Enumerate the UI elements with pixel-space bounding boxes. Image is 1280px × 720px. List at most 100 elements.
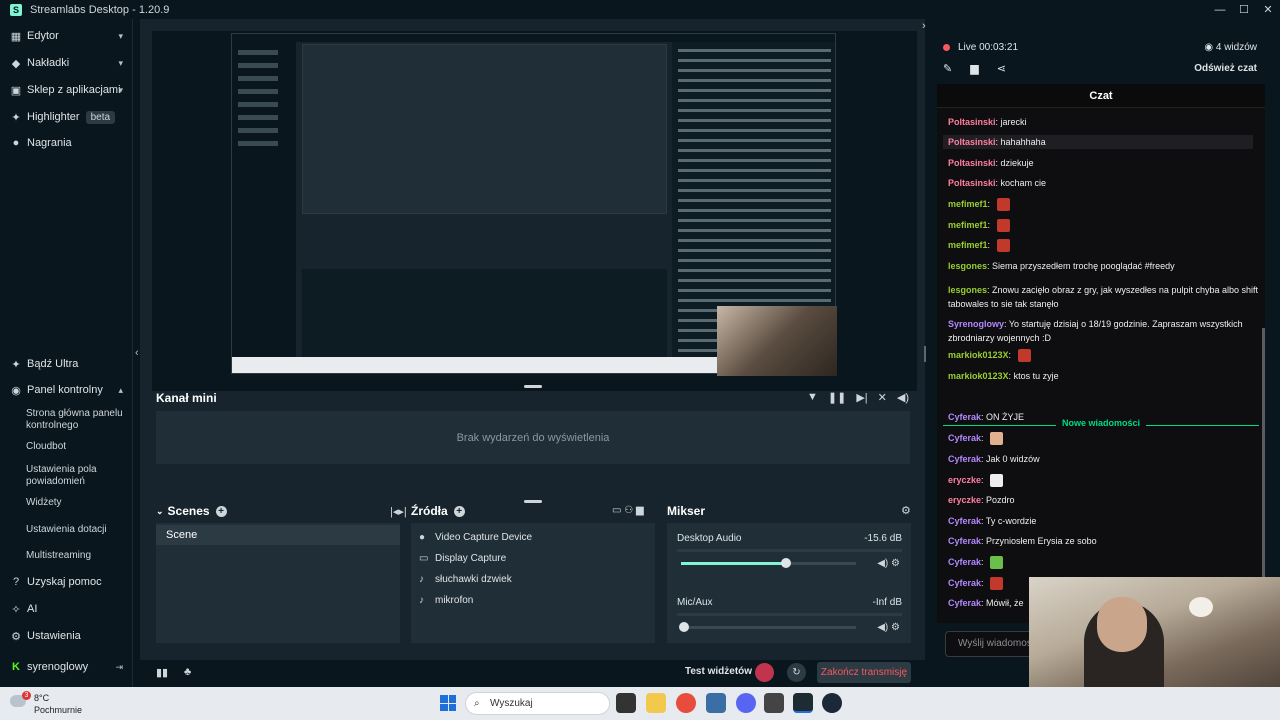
chevron-down-icon[interactable]: ▾	[118, 31, 123, 42]
windows-start-icon[interactable]	[440, 695, 456, 711]
chat-username[interactable]: Cyferak	[948, 516, 981, 526]
chat-username[interactable]: mefimef1	[948, 220, 988, 230]
chat-username[interactable]: markiok0123X	[948, 371, 1009, 381]
sidebar-subitem-alertbox-settings[interactable]: Ustawienia pola powiadomień	[26, 464, 130, 488]
chat-separator: :	[981, 433, 987, 443]
end-stream-button[interactable]: Zakończ transmisję	[817, 662, 911, 683]
gear-icon[interactable]: ⚙	[891, 558, 900, 569]
slider-handle[interactable]	[679, 622, 689, 632]
stream-preview[interactable]	[152, 31, 917, 391]
file-explorer-icon[interactable]	[646, 693, 666, 713]
source-item[interactable]: ♪ mikrofon	[411, 590, 655, 611]
edit-icon[interactable]: ✎	[943, 62, 952, 75]
streamlabs-taskbar-icon[interactable]	[793, 693, 813, 713]
chevron-right-icon[interactable]: ›	[922, 20, 926, 32]
chat-username[interactable]: Poltasinski	[948, 158, 996, 168]
chat-username[interactable]: Cyferak	[948, 578, 981, 588]
sidebar-item-settings[interactable]: ⚙ Ustawienia	[0, 625, 133, 647]
chrome-icon[interactable]	[676, 693, 696, 713]
chat-scrollbar[interactable]	[1262, 328, 1265, 618]
gear-icon[interactable]: ⚙	[891, 622, 900, 633]
sidebar-subitem-dashboard-home[interactable]: Strona główna panelu kontrolnego	[26, 408, 130, 432]
add-source-button[interactable]: +	[453, 505, 465, 517]
chat-username[interactable]: mefimef1	[948, 199, 988, 209]
source-item[interactable]: ● Video Capture Device	[411, 527, 655, 548]
sidebar-user[interactable]: K syrenoglowy ⇥	[0, 656, 133, 678]
chat-username[interactable]: eryczke	[948, 475, 981, 485]
folder-icon[interactable]: ▆	[970, 62, 978, 75]
close-button[interactable]: ✕	[1256, 0, 1280, 19]
taskbar-search[interactable]: ⌕ Wyszukaj	[465, 692, 610, 715]
sidebar-item-dashboard[interactable]: ◉ Panel kontrolny ▴	[0, 379, 133, 401]
chat-username[interactable]: Cyferak	[948, 536, 981, 546]
filter-icon[interactable]: ▼	[807, 391, 818, 404]
preview-scrollbar[interactable]	[924, 346, 926, 362]
chat-text: jarecki	[1000, 117, 1027, 127]
mute-alerts-icon[interactable]: ✕	[878, 391, 887, 404]
sidebar-subitem-widgets[interactable]: Widżety	[26, 497, 130, 509]
sidebar-item-overlays[interactable]: ◆ Nakładki ▾	[0, 52, 133, 74]
refresh-chat-button[interactable]: Odśwież czat	[1194, 63, 1257, 74]
speaker-icon[interactable]: ◀)	[877, 622, 888, 633]
share-icon[interactable]: ⋖	[997, 62, 1006, 75]
chevron-down-icon[interactable]: ▾	[118, 58, 123, 69]
speaker-icon[interactable]: ◀)	[877, 558, 888, 569]
chat-username[interactable]: Poltasinski	[948, 137, 996, 147]
chat-username[interactable]: Cyferak	[948, 412, 981, 422]
chat-username[interactable]: lesgones	[948, 285, 987, 295]
discord-icon[interactable]	[736, 693, 756, 713]
chat-username[interactable]: Cyferak	[948, 454, 981, 464]
collapse-sidebar-icon[interactable]: ‹	[135, 347, 139, 359]
test-widgets-label[interactable]: Test widżetów	[685, 666, 752, 677]
scene-transitions-icon[interactable]: |◂▸|	[390, 505, 407, 518]
chat-username[interactable]: mefimef1	[948, 240, 988, 250]
record-button[interactable]	[755, 663, 774, 682]
sidebar-item-ultra[interactable]: ✦ Bądź Ultra	[0, 353, 133, 375]
slider-handle[interactable]	[781, 558, 791, 568]
volume-slider[interactable]	[681, 558, 856, 568]
chat-username[interactable]: Poltasinski	[948, 117, 996, 127]
sidebar-item-app-store[interactable]: ▣ Sklep z aplikacjami ▾	[0, 79, 133, 101]
pause-icon[interactable]: ❚❚	[828, 391, 846, 404]
chat-username[interactable]: markiok0123X	[948, 350, 1009, 360]
minimize-button[interactable]: —	[1208, 0, 1232, 19]
notifications-icon[interactable]: ♣	[184, 666, 191, 678]
sidebar-item-highlighter[interactable]: ✦ Highlighter beta	[0, 106, 133, 128]
chat-username[interactable]: eryczke	[948, 495, 981, 505]
sidebar-item-editor[interactable]: ▦ Edytor ▾	[0, 25, 133, 47]
source-item[interactable]: ▭ Display Capture	[411, 548, 655, 569]
sidebar-subitem-multistreaming[interactable]: Multistreaming	[26, 550, 130, 562]
sidebar-item-ai[interactable]: ✧ AI	[0, 598, 133, 620]
scene-item[interactable]: Scene	[156, 525, 400, 545]
source-item[interactable]: ♪ słuchawki dzwiek	[411, 569, 655, 590]
ai-sparkle-icon: ✧	[11, 603, 21, 616]
chevron-down-icon[interactable]: ⌄	[156, 506, 164, 517]
chevron-up-icon[interactable]: ▴	[118, 385, 123, 396]
maximize-button[interactable]: ☐	[1232, 0, 1256, 19]
chat-username[interactable]: Cyferak	[948, 557, 981, 567]
skip-icon[interactable]: ▶|	[856, 391, 867, 404]
logout-icon[interactable]: ⇥	[115, 662, 123, 673]
replay-buffer-button[interactable]: ↻	[787, 663, 806, 682]
performance-icon[interactable]: ▮▮	[156, 666, 168, 679]
volume-icon[interactable]: ◀)	[897, 391, 909, 404]
volume-slider[interactable]	[679, 622, 856, 632]
notepad-icon[interactable]	[706, 693, 726, 713]
gear-icon[interactable]: ⚙	[901, 504, 911, 517]
sidebar-subitem-cloudbot[interactable]: Cloudbot	[26, 441, 130, 453]
chat-username[interactable]: Cyferak	[948, 598, 981, 608]
source-tools-icon[interactable]: ▭ ⚇ ▆	[612, 505, 644, 516]
chat-username[interactable]: Cyferak	[948, 433, 981, 443]
sidebar-item-recordings[interactable]: ● Nagrania	[0, 132, 133, 154]
steam-icon[interactable]	[822, 693, 842, 713]
chat-username[interactable]: Syrenoglowy	[948, 319, 1004, 329]
chat-username[interactable]: Poltasinski	[948, 178, 996, 188]
chat-username[interactable]: lesgones	[948, 261, 987, 271]
add-scene-button[interactable]: +	[215, 505, 227, 517]
sidebar-subitem-donation-settings[interactable]: Ustawienia dotacji	[26, 524, 130, 536]
chevron-down-icon[interactable]: ▾	[118, 85, 123, 96]
sidebar-item-help[interactable]: ? Uzyskaj pomoc	[0, 571, 133, 593]
task-view-icon[interactable]	[616, 693, 636, 713]
counter-strike-icon[interactable]	[764, 693, 784, 713]
resize-handle[interactable]	[524, 385, 542, 388]
